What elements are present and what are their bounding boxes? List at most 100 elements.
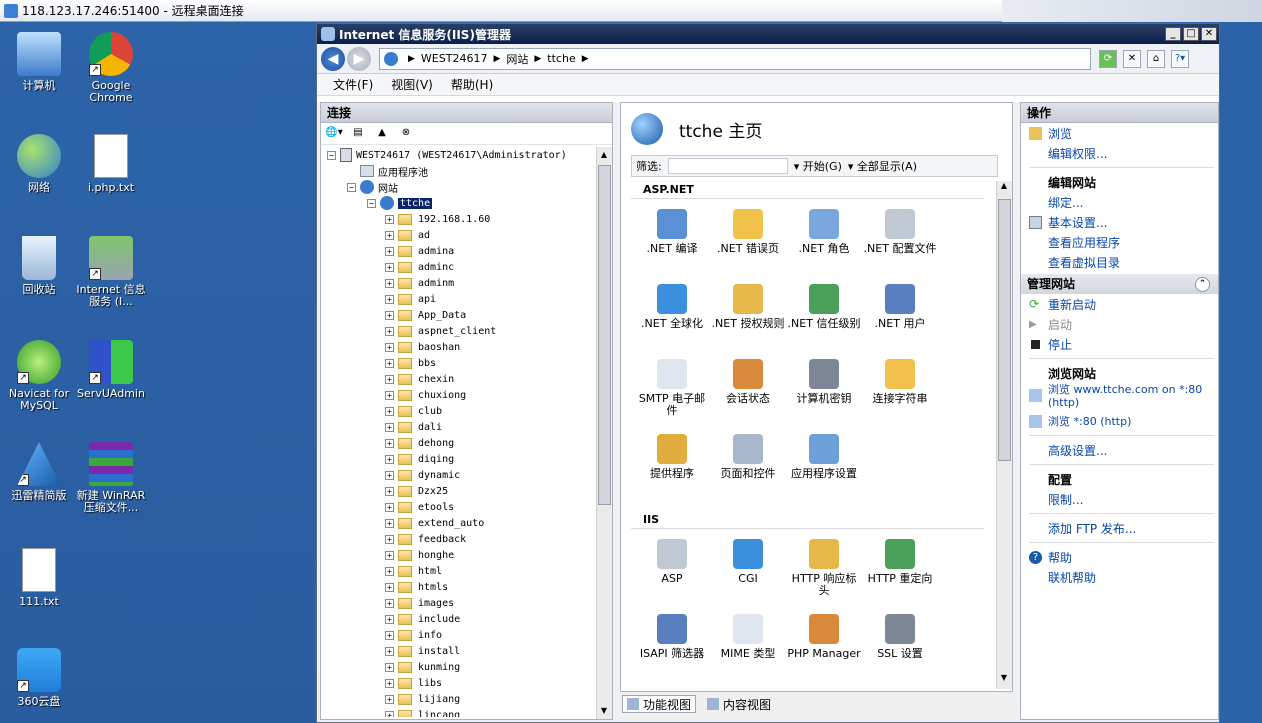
action-add-ftp[interactable]: 添加 FTP 发布... (1021, 518, 1218, 538)
feature-item[interactable]: 会话状态 (711, 355, 785, 426)
expand-icon[interactable]: + (385, 454, 394, 464)
tree-node-folder[interactable]: + aspnet_client (321, 323, 597, 339)
expand-icon[interactable]: + (385, 710, 394, 717)
expand-icon[interactable]: + (385, 694, 394, 704)
feature-scrollbar[interactable]: ▲ ▼ (996, 181, 1012, 689)
tree-node-folder[interactable]: + Dzx25 (321, 483, 597, 499)
tree-node-folder[interactable]: + adminc (321, 259, 597, 275)
tree-node-folder[interactable]: + kunming (321, 659, 597, 675)
action-start[interactable]: ▶ 启动 (1021, 314, 1218, 334)
scroll-thumb[interactable] (998, 199, 1011, 461)
menu-file[interactable]: 文件(F) (333, 76, 373, 93)
tree-node-sites[interactable]: − 网站 (321, 179, 597, 195)
tree-node-folder[interactable]: + etools (321, 499, 597, 515)
expand-icon[interactable]: + (385, 406, 394, 416)
collapse-icon[interactable]: − (367, 198, 376, 208)
back-button[interactable]: ◀ (321, 46, 345, 71)
tree-node-folder[interactable]: + info (321, 627, 597, 643)
expand-icon[interactable]: + (385, 630, 394, 640)
connect-icon[interactable]: 🌐▾ (325, 125, 343, 143)
tree-scrollbar[interactable]: ▲ ▼ (596, 147, 612, 719)
minimize-button[interactable]: _ (1165, 27, 1181, 41)
desktop-icon-servu[interactable]: ↗ ServUAdmin (72, 340, 150, 400)
action-view-virtual-dirs[interactable]: 查看虚拟目录 (1021, 252, 1218, 272)
tree-node-folder[interactable]: + feedback (321, 531, 597, 547)
feature-item[interactable]: 计算机密钥 (787, 355, 861, 426)
feature-item[interactable]: SMTP 电子邮件 (635, 355, 709, 426)
expand-icon[interactable]: + (385, 614, 394, 624)
action-advanced-settings[interactable]: 高级设置... (1021, 440, 1218, 460)
desktop-icon-computer[interactable]: 计算机 (0, 32, 78, 92)
expand-icon[interactable]: + (385, 646, 394, 656)
feature-item[interactable]: ASP (635, 535, 709, 606)
expand-icon[interactable]: + (385, 326, 394, 336)
tree-node-server[interactable]: − WEST24617 (WEST24617\Administrator) (321, 147, 597, 163)
scroll-down-icon[interactable]: ▼ (997, 673, 1011, 689)
feature-item[interactable]: MIME 类型 (711, 610, 785, 679)
expand-icon[interactable]: + (385, 518, 394, 528)
scroll-down-icon[interactable]: ▼ (597, 703, 611, 719)
menu-help[interactable]: 帮助(H) (451, 76, 493, 93)
tree-node-app-pools[interactable]: 应用程序池 (321, 163, 597, 179)
expand-icon[interactable]: + (385, 566, 394, 576)
tree-node-folder[interactable]: + baoshan (321, 339, 597, 355)
tree-node-folder[interactable]: + lincang (321, 707, 597, 717)
tree-node-folder[interactable]: + extend_auto (321, 515, 597, 531)
action-online-help[interactable]: 联机帮助 (1021, 567, 1218, 587)
action-limits[interactable]: 限制... (1021, 489, 1218, 509)
tree-node-folder[interactable]: + bbs (321, 355, 597, 371)
expand-icon[interactable]: + (385, 358, 394, 368)
action-browse-binding-1[interactable]: 浏览 www.ttche.com on *:80 (http) (1021, 383, 1218, 411)
stop-icon[interactable]: ✕ (1123, 49, 1141, 68)
tree-node-folder[interactable]: + chuxiong (321, 387, 597, 403)
breadcrumb-server[interactable]: WEST24617 (421, 52, 488, 65)
tree-node-folder[interactable]: + include (321, 611, 597, 627)
tree-node-folder[interactable]: + html (321, 563, 597, 579)
save-icon[interactable]: ▤ (349, 125, 367, 143)
feature-item[interactable]: HTTP 重定向 (863, 535, 937, 606)
expand-icon[interactable]: + (385, 294, 394, 304)
tree-node-folder[interactable]: + admina (321, 243, 597, 259)
feature-item[interactable]: .NET 全球化 (635, 280, 709, 351)
desktop-icon-recycle-bin[interactable]: 回收站 (0, 236, 78, 296)
feature-item[interactable]: .NET 用户 (863, 280, 937, 351)
tree-node-folder[interactable]: + dehong (321, 435, 597, 451)
forward-button[interactable]: ▶ (347, 46, 371, 71)
expand-icon[interactable]: + (385, 230, 394, 240)
action-basic-settings[interactable]: 基本设置... (1021, 212, 1218, 232)
feature-item[interactable]: .NET 角色 (787, 205, 861, 276)
menu-view[interactable]: 视图(V) (391, 76, 433, 93)
action-edit-permissions[interactable]: 编辑权限... (1021, 143, 1218, 163)
tab-content-view[interactable]: 内容视图 (702, 695, 776, 713)
connections-tree[interactable]: − WEST24617 (WEST24617\Administrator) 应用程序… (321, 147, 597, 717)
desktop-icon-network[interactable]: 网络 (0, 134, 78, 194)
up-folder-icon[interactable]: ▲ (373, 125, 391, 143)
collapse-icon[interactable]: ⌃ (1195, 276, 1210, 292)
tree-node-folder[interactable]: + dali (321, 419, 597, 435)
expand-icon[interactable]: + (385, 246, 394, 256)
disconnect-icon[interactable]: ⊗ (397, 125, 415, 143)
collapse-icon[interactable]: − (327, 150, 336, 160)
feature-item[interactable]: .NET 授权规则 (711, 280, 785, 351)
desktop-icon-111-txt[interactable]: 111.txt (0, 548, 78, 608)
action-browse-binding-2[interactable]: 浏览 *:80 (http) (1021, 411, 1218, 431)
action-browse[interactable]: 浏览 (1021, 123, 1218, 143)
tree-node-folder[interactable]: + libs (321, 675, 597, 691)
action-view-applications[interactable]: 查看应用程序 (1021, 232, 1218, 252)
tree-node-folder[interactable]: + images (321, 595, 597, 611)
feature-item[interactable]: CGI (711, 535, 785, 606)
expand-icon[interactable]: + (385, 262, 394, 272)
expand-icon[interactable]: + (385, 598, 394, 608)
desktop-icon-xunlei[interactable]: ↗ 迅雷精简版 (0, 442, 78, 502)
expand-icon[interactable]: + (385, 310, 394, 320)
feature-item[interactable]: SSL 设置 (863, 610, 937, 679)
breadcrumb-sites[interactable]: 网站 (506, 51, 528, 67)
tree-node-folder[interactable]: + adminm (321, 275, 597, 291)
action-bindings[interactable]: 绑定... (1021, 192, 1218, 212)
maximize-button[interactable]: □ (1183, 27, 1199, 41)
scroll-up-icon[interactable]: ▲ (997, 181, 1011, 197)
tree-node-folder[interactable]: + htmls (321, 579, 597, 595)
action-stop[interactable]: 停止 (1021, 334, 1218, 354)
expand-icon[interactable]: + (385, 214, 394, 224)
expand-icon[interactable]: + (385, 502, 394, 512)
